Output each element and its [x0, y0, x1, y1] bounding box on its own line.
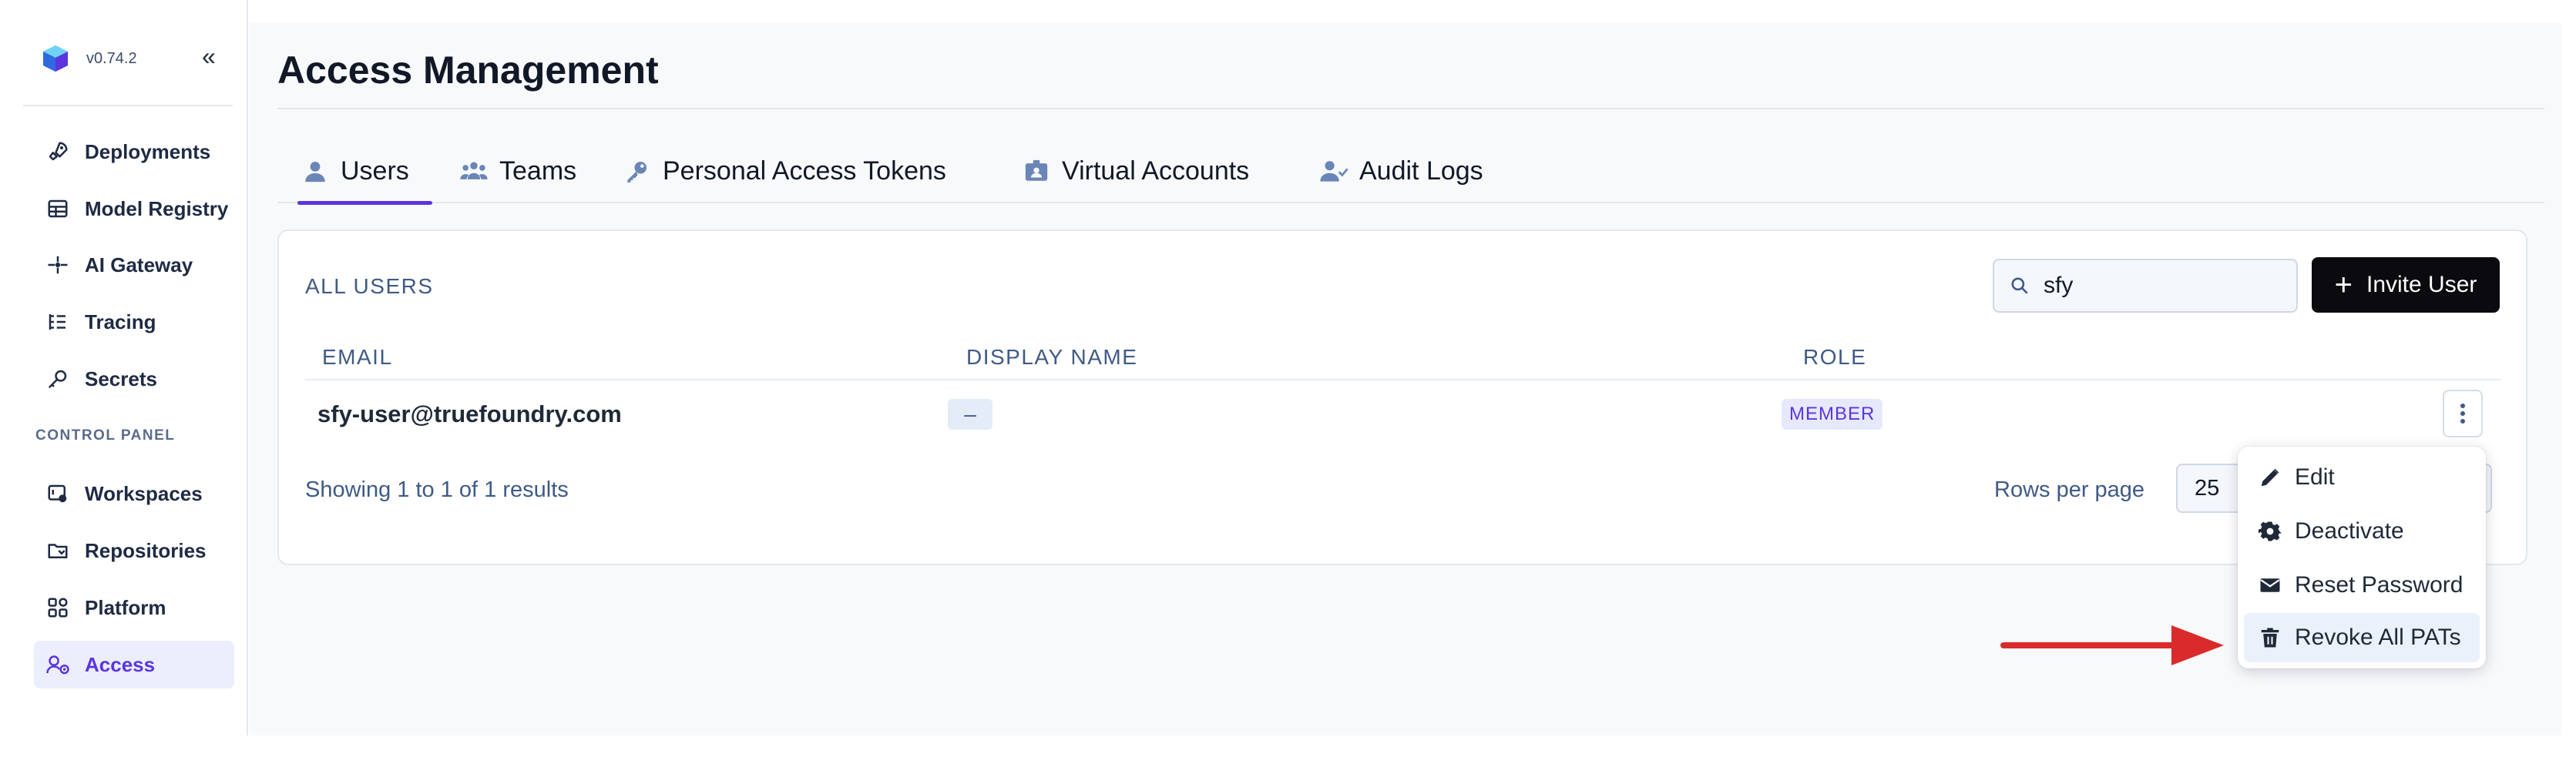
menu-item-label: Revoke All PATs [2295, 625, 2461, 650]
search-input[interactable] [2044, 273, 2290, 299]
tab-label: Teams [499, 156, 577, 186]
annotation-arrow-icon [2000, 625, 2224, 665]
key-icon [623, 156, 652, 186]
gateway-icon [45, 252, 71, 278]
sidebar-divider [23, 105, 233, 106]
row-actions-menu: Edit Deactivate Reset Password Revoke Al… [2238, 447, 2486, 668]
search-field[interactable] [1993, 259, 2298, 313]
sidebar-item-label: AI Gateway [85, 253, 193, 276]
trash-icon [2258, 625, 2282, 650]
column-header-display-name[interactable]: DISPLAY NAME [966, 345, 1137, 370]
tab-audit-logs[interactable]: Audit Logs [1319, 139, 1483, 203]
sidebar-item-deployments[interactable]: Deployments [34, 128, 234, 176]
sidebar-item-tracing[interactable]: Tracing [34, 298, 234, 346]
tabs-bar: Users Teams Personal Access Tokens Virtu… [277, 139, 2544, 205]
sidebar-item-access[interactable]: Access [34, 641, 234, 688]
display-name-chip: – [948, 399, 992, 430]
kebab-menu-icon [2460, 404, 2465, 424]
key-icon [45, 366, 71, 392]
sidebar-item-label: Access [85, 652, 156, 676]
invite-user-label: Invite User [2366, 272, 2477, 297]
gear-icon [2258, 519, 2282, 544]
tab-personal-access-tokens[interactable]: Personal Access Tokens [623, 139, 946, 203]
sidebar-item-label: Deployments [85, 139, 211, 163]
pagination-summary: Showing 1 to 1 of 1 results [305, 477, 569, 502]
column-header-role[interactable]: ROLE [1803, 345, 1866, 370]
tab-teams[interactable]: Teams [459, 139, 576, 203]
collapse-sidebar-icon[interactable]: « [202, 44, 216, 69]
app-version: v0.74.2 [86, 49, 137, 67]
menu-item-label: Edit [2295, 464, 2335, 490]
sidebar-item-label: Tracing [85, 310, 156, 333]
tab-users[interactable]: Users [297, 139, 432, 205]
menu-item-reset-password[interactable]: Reset Password [2244, 561, 2480, 610]
rocket-icon [45, 139, 71, 165]
sidebar-item-ai-gateway[interactable]: AI Gateway [34, 241, 234, 289]
sidebar-item-platform[interactable]: Platform [34, 584, 234, 631]
platform-icon [45, 595, 71, 621]
role-badge: MEMBER [1782, 399, 1883, 430]
sidebar-item-secrets[interactable]: Secrets [34, 355, 234, 403]
sidebar-item-workspaces[interactable]: Workspaces [34, 470, 234, 518]
sidebar-item-label: Platform [85, 595, 166, 619]
sidebar-item-label: Workspaces [85, 481, 203, 505]
user-check-icon [1319, 156, 1348, 186]
users-section-title: ALL USERS [305, 274, 434, 298]
envelope-icon [2258, 573, 2282, 598]
menu-item-edit[interactable]: Edit [2244, 453, 2480, 502]
sidebar-item-label: Repositories [85, 538, 207, 562]
search-icon [2010, 274, 2033, 297]
menu-item-label: Reset Password [2295, 572, 2463, 598]
table-icon [45, 196, 71, 222]
badge-icon [1022, 156, 1051, 186]
control-panel-section-label: CONTROL PANEL [35, 427, 176, 444]
repositories-icon [45, 538, 71, 564]
sidebar-item-repositories[interactable]: Repositories [34, 527, 234, 574]
tab-virtual-accounts[interactable]: Virtual Accounts [1022, 139, 1249, 203]
tab-label: Virtual Accounts [1062, 156, 1250, 186]
title-divider [277, 108, 2544, 109]
rows-per-page-label: Rows per page [1994, 477, 2145, 502]
user-email-cell: sfy-user@truefoundry.com [317, 400, 622, 427]
access-icon [45, 651, 71, 678]
menu-item-deactivate[interactable]: Deactivate [2244, 507, 2480, 556]
tracing-icon [45, 309, 71, 335]
menu-item-label: Deactivate [2295, 518, 2404, 544]
column-header-email[interactable]: EMAIL [322, 345, 393, 370]
invite-user-button[interactable]: + Invite User [2312, 257, 2500, 313]
teams-icon [459, 156, 489, 186]
workspaces-icon [45, 481, 71, 507]
table-header-divider [305, 379, 2501, 380]
sidebar-item-label: Secrets [85, 367, 157, 390]
sidebar: v0.74.2 « Deployments Model Registry AI … [0, 0, 248, 735]
sidebar-item-model-registry[interactable]: Model Registry [34, 185, 234, 233]
page-title: Access Management [277, 49, 659, 92]
user-icon [301, 156, 330, 186]
logo-row: v0.74.2 [40, 43, 137, 74]
tab-label: Personal Access Tokens [663, 156, 946, 186]
pencil-icon [2258, 465, 2282, 490]
tab-label: Users [341, 156, 409, 186]
tab-label: Audit Logs [1359, 156, 1483, 186]
menu-item-revoke-all-pats[interactable]: Revoke All PATs [2244, 613, 2480, 662]
users-card: ALL USERS + Invite User EMAIL DISPLAY NA… [277, 229, 2527, 565]
truefoundry-logo-icon[interactable] [40, 43, 71, 74]
sidebar-item-label: Model Registry [85, 196, 229, 220]
row-actions-button[interactable] [2443, 390, 2483, 437]
plus-icon: + [2334, 268, 2353, 302]
